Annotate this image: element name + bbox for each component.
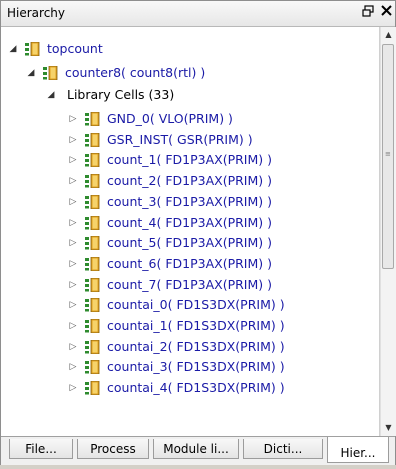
collapsed-arrow-icon[interactable]: ▷	[67, 150, 79, 170]
library-cell-icon	[85, 380, 101, 396]
library-cell-icon	[85, 111, 101, 127]
expanded-arrow-icon[interactable]: ◢	[25, 63, 37, 83]
tree-node-label: Library Cells (33)	[67, 87, 175, 102]
collapsed-arrow-icon[interactable]: ▷	[67, 275, 79, 295]
tree-node-label: countai_3( FD1S3DX(PRIM) )	[107, 359, 285, 375]
collapsed-arrow-icon[interactable]: ▷	[67, 378, 79, 398]
library-cell-icon	[85, 256, 101, 272]
library-cell-icon	[85, 277, 101, 292]
tree-node-label: countai_4( FD1S3DX(PRIM) )	[107, 380, 285, 396]
tree-node-label: countai_1( FD1S3DX(PRIM) )	[107, 318, 285, 333]
library-cell-icon	[85, 152, 101, 168]
float-window-icon[interactable]	[361, 5, 375, 21]
grip-icon: ≡	[385, 150, 391, 158]
vertical-scrollbar[interactable]: ▲ ≡ ▼	[380, 27, 396, 436]
collapsed-arrow-icon[interactable]: ▷	[67, 295, 79, 315]
scrollbar-thumb[interactable]: ≡	[382, 44, 394, 269]
library-cell-icon	[85, 132, 101, 148]
tree-node-label: countai_0( FD1S3DX(PRIM) )	[107, 297, 285, 313]
tree-node-label: count_5( FD1P3AX(PRIM) )	[107, 235, 272, 251]
expanded-arrow-icon[interactable]: ◢	[7, 39, 19, 59]
tree-node-label: count_4( FD1P3AX(PRIM) )	[107, 214, 272, 230]
tree-node-label: count_3( FD1P3AX(PRIM) )	[107, 193, 272, 209]
tree-node-label: GSR_INST( GSR(PRIM) )	[107, 131, 253, 147]
hierarchy-tree[interactable]: ◢ topcount ◢ counter8( count8(rtl) ) ◢ L…	[1, 27, 380, 436]
tree-node-label: count_2( FD1P3AX(PRIM) )	[107, 173, 272, 189]
library-cell-icon	[85, 194, 101, 210]
library-cell-icon	[85, 297, 101, 313]
library-cell-icon	[85, 339, 101, 355]
tree-node-label: GND_0( VLO(PRIM) )	[107, 111, 233, 126]
tab-dictionary[interactable]: Dicti...	[243, 439, 323, 459]
collapsed-arrow-icon[interactable]: ▷	[67, 192, 79, 212]
tab-file[interactable]: File...	[9, 439, 73, 459]
collapsed-arrow-icon[interactable]: ▷	[67, 213, 79, 233]
panel-tabs: File... Process Module li... Dicti... Hi…	[1, 436, 395, 465]
panel-titlebar: Hierarchy	[1, 1, 395, 27]
tree-node-label: countai_2( FD1S3DX(PRIM) )	[107, 338, 285, 354]
collapsed-arrow-icon[interactable]: ▷	[67, 254, 79, 274]
tab-module-list[interactable]: Module li...	[153, 439, 239, 459]
scroll-up-icon[interactable]: ▲	[381, 27, 396, 43]
collapsed-arrow-icon[interactable]: ▷	[67, 357, 79, 377]
tree-node-label: topcount	[47, 41, 103, 56]
module-icon	[43, 65, 59, 81]
tree-node-label: count_1( FD1P3AX(PRIM) )	[107, 152, 272, 168]
scroll-down-icon[interactable]: ▼	[381, 420, 396, 436]
tree-node-label: count_6( FD1P3AX(PRIM) )	[107, 255, 272, 271]
module-icon	[25, 41, 41, 57]
collapsed-arrow-icon[interactable]: ▷	[67, 337, 79, 357]
collapsed-arrow-icon[interactable]: ▷	[67, 171, 79, 191]
collapsed-arrow-icon[interactable]: ▷	[67, 109, 79, 129]
library-cell-icon	[85, 359, 101, 375]
expanded-arrow-icon[interactable]: ◢	[45, 85, 57, 105]
collapsed-arrow-icon[interactable]: ▷	[67, 130, 79, 150]
tree-node-label: count_7( FD1P3AX(PRIM) )	[107, 276, 272, 292]
library-cell-icon	[85, 173, 101, 189]
hierarchy-panel: Hierarchy ◢ topcount ◢ counter8( count8(…	[0, 0, 396, 465]
tree-node-label: counter8( count8(rtl) )	[65, 65, 206, 80]
collapsed-arrow-icon[interactable]: ▷	[67, 316, 79, 336]
tab-hierarchy[interactable]: Hier...	[327, 437, 389, 463]
library-cell-icon	[85, 235, 101, 251]
tab-process[interactable]: Process	[77, 439, 149, 459]
panel-title: Hierarchy	[7, 6, 66, 20]
library-cell-icon	[85, 215, 101, 230]
collapsed-arrow-icon[interactable]: ▷	[67, 233, 79, 253]
close-icon[interactable]	[379, 5, 393, 21]
library-cell-icon	[85, 318, 101, 334]
